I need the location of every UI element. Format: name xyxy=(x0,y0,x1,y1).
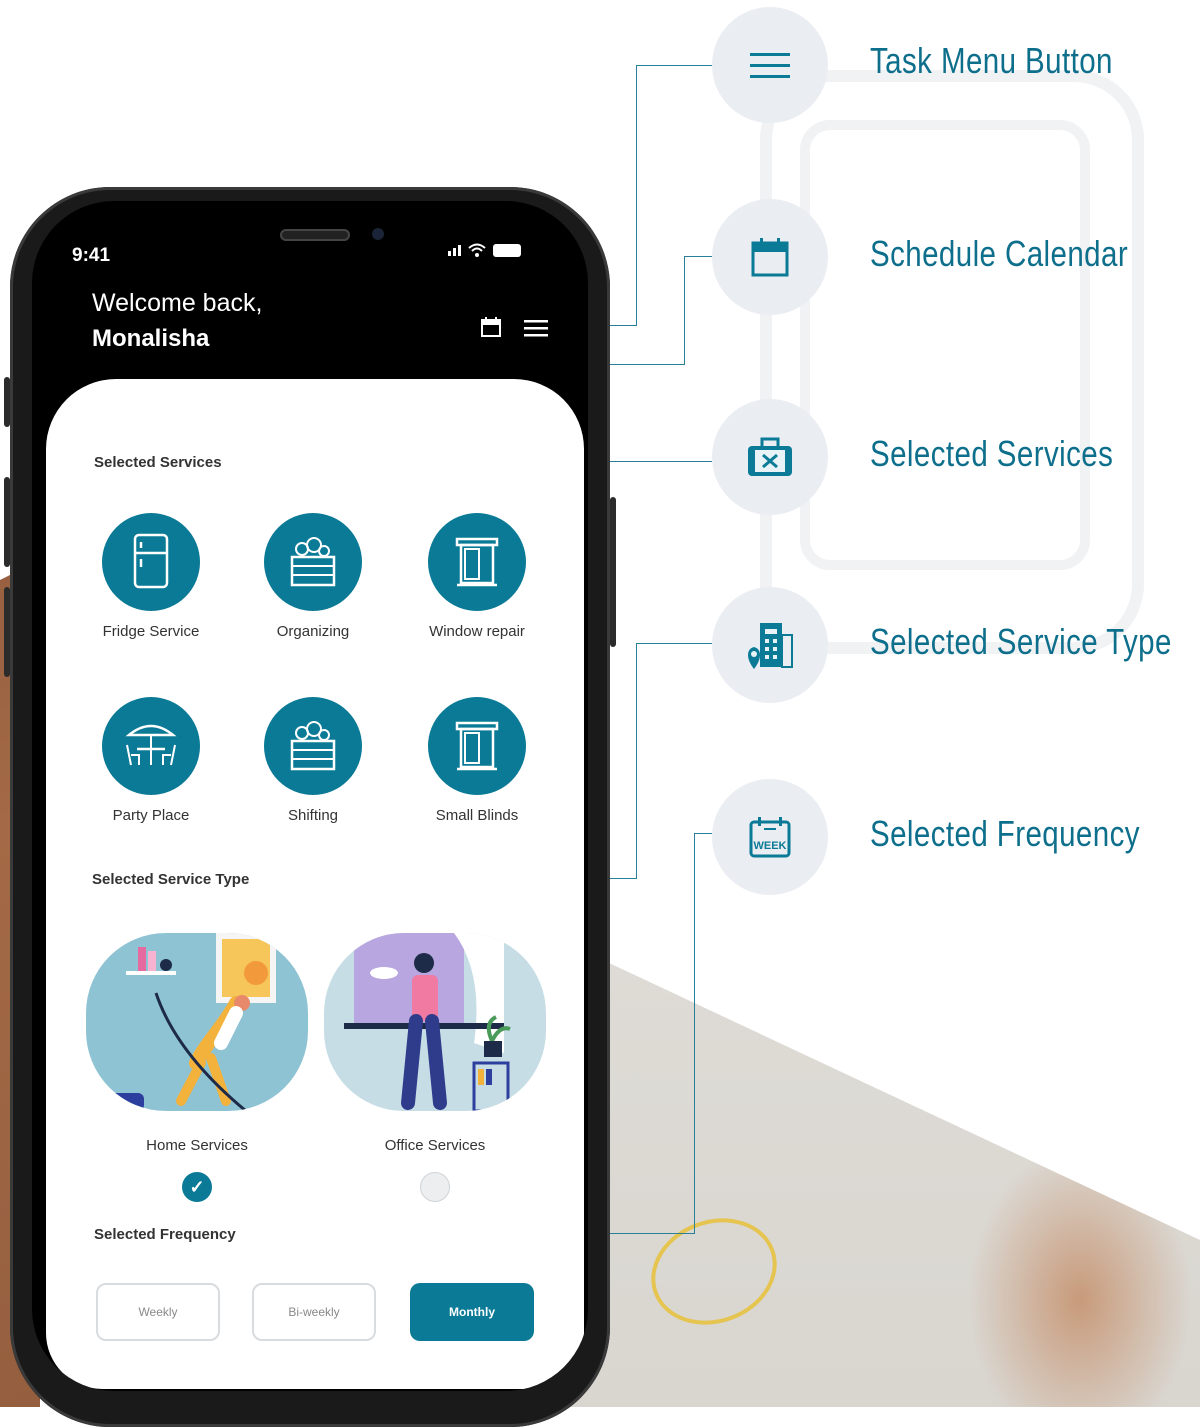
annotation-label: Schedule Calendar xyxy=(870,233,1129,274)
phone-screen: 9:41 Welcome back, Monalisha Selected Se… xyxy=(32,201,588,1391)
service-label: Shifting xyxy=(287,807,339,824)
connector-line xyxy=(636,65,712,66)
connector-line xyxy=(684,256,712,257)
connector-line xyxy=(684,256,685,365)
service-label: Window repair xyxy=(429,623,525,640)
fridge-icon xyxy=(133,533,169,589)
toolbox-icon xyxy=(748,437,792,476)
service-icon-circle xyxy=(102,697,200,795)
task-menu-button[interactable] xyxy=(524,319,548,342)
connector-line xyxy=(636,643,637,879)
annotation-menu-circle xyxy=(712,7,828,123)
service-party-place[interactable]: Party Place xyxy=(76,697,226,824)
service-icon-circle xyxy=(264,697,362,795)
service-icon-circle xyxy=(264,513,362,611)
annotation-services-circle xyxy=(712,399,828,515)
menu-icon xyxy=(524,320,548,337)
front-camera xyxy=(372,228,384,240)
service-type-label: Office Services xyxy=(384,1137,486,1154)
service-label: Small Blinds xyxy=(435,807,519,824)
wifi-icon xyxy=(468,243,486,257)
annotation-frequency-circle: WEEK xyxy=(712,779,828,895)
check-icon: ✓ xyxy=(189,1176,205,1197)
annotation-label: Selected Frequency xyxy=(870,813,1140,854)
service-type-office[interactable]: Office Services xyxy=(324,933,546,1202)
crate-icon xyxy=(290,721,336,771)
annotation-label: Task Menu Button xyxy=(870,40,1113,81)
patio-table-icon xyxy=(125,724,177,766)
home-services-illustration xyxy=(86,933,308,1111)
connector-line xyxy=(636,65,637,326)
frequency-biweekly-button[interactable]: Bi-weekly xyxy=(252,1283,376,1341)
service-icon-circle xyxy=(428,513,526,611)
calendar-icon xyxy=(481,317,501,337)
selected-frequency-title: Selected Frequency xyxy=(94,1226,236,1243)
service-label: Fridge Service xyxy=(102,623,200,640)
menu-icon xyxy=(750,53,790,78)
week-calendar-icon: WEEK xyxy=(749,817,791,858)
calendar-icon xyxy=(751,238,789,277)
speaker-notch xyxy=(280,229,350,241)
office-services-illustration xyxy=(324,933,546,1111)
status-time: 9:41 xyxy=(72,245,111,266)
service-shifting[interactable]: Shifting xyxy=(238,697,388,824)
service-type-home[interactable]: Home Services ✓ xyxy=(86,933,308,1202)
service-label: Party Place xyxy=(112,807,190,824)
crate-icon xyxy=(290,537,336,587)
connector-line xyxy=(636,643,712,644)
annotation-service-type-circle xyxy=(712,587,828,703)
frequency-monthly-button[interactable]: Monthly xyxy=(410,1283,534,1341)
annotation-label: Selected Services xyxy=(870,433,1114,474)
phone-mockup: 9:41 Welcome back, Monalisha Selected Se… xyxy=(4,187,616,1427)
service-small-blinds[interactable]: Small Blinds xyxy=(402,697,552,824)
svg-text:WEEK: WEEK xyxy=(754,840,787,852)
schedule-calendar-button[interactable] xyxy=(480,316,502,343)
window-icon xyxy=(455,537,499,587)
background-phone-inner-outline xyxy=(800,120,1090,570)
service-label: Organizing xyxy=(276,623,350,640)
annotation-label: Selected Service Type xyxy=(870,621,1172,662)
phone-side-button xyxy=(4,377,10,427)
building-location-icon xyxy=(748,623,793,669)
connector-line xyxy=(694,833,712,834)
selected-services-title: Selected Services xyxy=(94,454,222,471)
service-window-repair[interactable]: Window repair xyxy=(402,513,552,640)
annotation-calendar-circle xyxy=(712,199,828,315)
frequency-weekly-button[interactable]: Weekly xyxy=(96,1283,220,1341)
service-icon-circle xyxy=(102,513,200,611)
service-icon-circle xyxy=(428,697,526,795)
selected-service-type-title: Selected Service Type xyxy=(92,871,250,888)
signal-icon xyxy=(448,244,461,256)
welcome-text: Welcome back, xyxy=(92,289,263,317)
window-icon xyxy=(455,721,499,771)
phone-side-button xyxy=(4,587,10,677)
battery-icon xyxy=(493,243,521,257)
phone-side-button xyxy=(4,477,10,567)
username: Monalisha xyxy=(92,325,210,352)
office-services-radio[interactable] xyxy=(420,1172,450,1202)
status-icons xyxy=(448,243,521,257)
phone-side-button xyxy=(610,497,616,647)
connector-line xyxy=(694,833,695,1234)
home-services-radio-checked[interactable]: ✓ xyxy=(182,1172,212,1202)
service-fridge[interactable]: Fridge Service xyxy=(76,513,226,640)
service-type-label: Home Services xyxy=(146,1137,248,1154)
content-card: Selected Services Fridge Service Organiz… xyxy=(46,379,584,1389)
service-organizing[interactable]: Organizing xyxy=(238,513,388,640)
